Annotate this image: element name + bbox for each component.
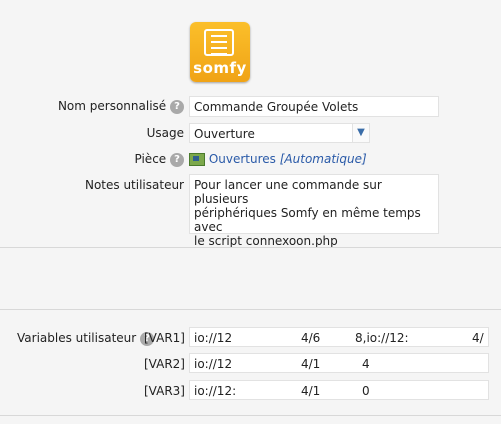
var1-input[interactable]: io://12 4/6 8,io://12: 4/ [189, 327, 489, 347]
room-icon [189, 153, 205, 166]
document-icon [204, 29, 234, 56]
variables-label-text: Variables utilisateur [17, 331, 137, 345]
piece-name: Ouvertures [208, 152, 276, 166]
var2-input[interactable]: io://12 4/1 4 [189, 353, 489, 373]
nom-label: Nom personnalisé ? [4, 99, 184, 114]
piece-value[interactable]: Ouvertures [Automatique] [189, 152, 367, 166]
nom-field[interactable]: Commande Groupée Volets [189, 96, 439, 117]
var1-part: io://12 [194, 331, 233, 345]
usage-label: Usage [146, 126, 184, 140]
var2-part: 4 [362, 357, 370, 371]
section-divider [0, 309, 501, 310]
var3-part: io://12: [194, 384, 237, 398]
var2-label: [VAR2] [144, 357, 185, 371]
var3-label: [VAR3] [144, 384, 185, 398]
piece-label: Pièce ? [4, 152, 184, 167]
section-divider [0, 415, 501, 416]
var1-part: 8,io://12: [355, 331, 409, 345]
usage-select[interactable]: Ouverture ▼ [189, 123, 370, 143]
var1-part: 4/6 [301, 331, 321, 345]
piece-link[interactable]: Ouvertures [Automatique] [209, 152, 367, 166]
var2-part: io://12 [194, 357, 233, 371]
notes-label: Notes utilisateur [84, 178, 184, 192]
logo-brand-text: somfy [193, 59, 247, 77]
var2-part: 4/1 [301, 357, 321, 371]
usage-select-value: Ouverture [194, 127, 255, 141]
var3-input[interactable]: io://12: 4/1 0 [189, 380, 489, 400]
help-icon[interactable]: ? [170, 152, 184, 167]
piece-auto-suffix: [Automatique] [279, 152, 367, 166]
var3-part: 0 [362, 384, 370, 398]
help-icon[interactable]: ? [170, 99, 184, 114]
somfy-logo: somfy [190, 22, 250, 82]
piece-label-text: Pièce [134, 152, 167, 166]
var1-label: [VAR1] [144, 331, 185, 345]
var1-part: 4/ [472, 331, 484, 345]
chevron-down-icon[interactable]: ▼ [352, 124, 369, 142]
nom-label-text: Nom personnalisé [57, 99, 167, 113]
section-divider [0, 247, 501, 248]
var3-part: 4/1 [301, 384, 321, 398]
notes-textarea[interactable]: Pour lancer une commande sur plusieurs p… [189, 174, 439, 248]
variables-label: Variables utilisateur ? [17, 331, 155, 346]
